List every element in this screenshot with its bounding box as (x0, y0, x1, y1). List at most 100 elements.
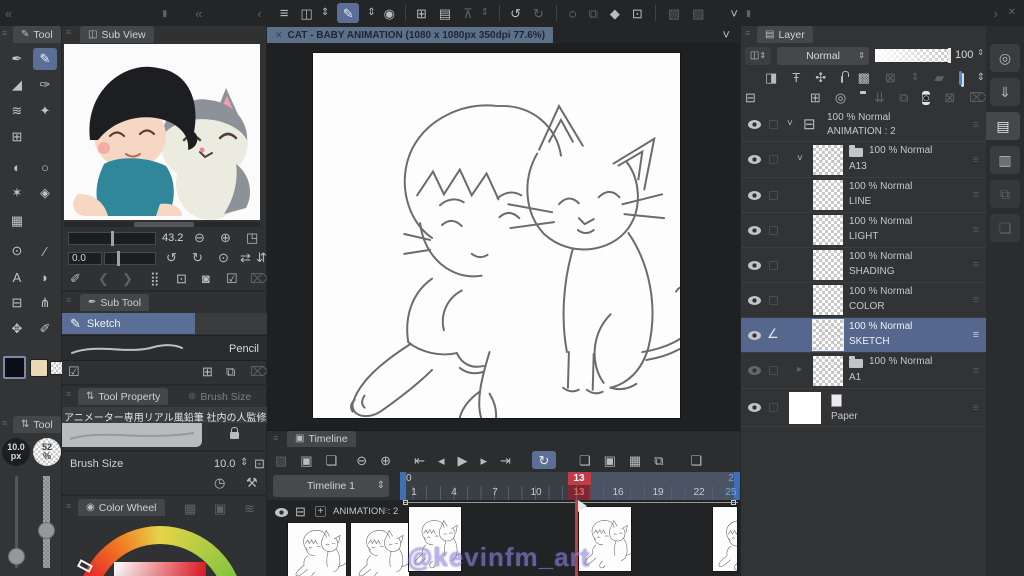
reset-rotation-icon[interactable]: ⊙ (218, 251, 229, 264)
tab-sub-view[interactable]: ◫ Sub View (80, 26, 154, 43)
subtool-menu-icon[interactable]: ≡ (66, 296, 71, 305)
expand-chevron-icon[interactable]: ˅ (787, 119, 793, 129)
rail-panel-icon[interactable]: ❏ (990, 214, 1020, 242)
layer-eye[interactable] (748, 120, 761, 129)
opacity-stepper-icon[interactable]: ⇕ (977, 49, 984, 57)
color-set-tab-icon[interactable]: ▦ (184, 502, 196, 515)
print-icon[interactable]: ⊼ (463, 7, 473, 20)
pressure-settings-icon[interactable]: ⊡ (254, 457, 265, 470)
tab-brush-size-panel[interactable]: ⊕ Brush Size (180, 388, 259, 405)
layer-eye[interactable] (748, 191, 761, 200)
layer-row-light[interactable]: 100 % Normal LIGHT ≡ (741, 213, 987, 248)
collapse-left-icon[interactable]: « (5, 7, 12, 20)
reference-layer-icon[interactable]: Ŧ (792, 71, 800, 84)
rail-layer-property-icon[interactable]: ⧉ (990, 180, 1020, 208)
prev-image-icon[interactable]: ❮ (98, 272, 109, 285)
brush-size-stepper-icon[interactable]: ⇕ (240, 458, 248, 468)
undo-icon[interactable]: ↺ (510, 7, 521, 20)
tool-airbrush[interactable]: ≋ (5, 100, 29, 122)
tool-blend[interactable]: ✑ (33, 74, 57, 96)
layer-thumbnail[interactable] (813, 285, 843, 315)
main-color-swatch[interactable] (3, 356, 26, 379)
duplicate-icon[interactable]: ⧉ (589, 7, 598, 20)
track-expand-icon[interactable]: + (315, 506, 326, 517)
layer-combine-button[interactable]: ◫ ⇕ (745, 47, 771, 65)
collapsed-chevron-icon[interactable]: ▸ (797, 365, 802, 375)
tl-lightbox-icon[interactable]: ❏ (690, 454, 702, 467)
tl-timeline-settings-icon[interactable]: ❏ (326, 454, 338, 467)
layer-row-a1[interactable]: ▸ 100 % Normal A1 ≡ (741, 353, 987, 389)
opacity-slider-knob[interactable] (38, 522, 55, 539)
spiral-icon[interactable]: ◉ (384, 7, 395, 20)
tool-correct-line[interactable]: ⋔ (33, 292, 57, 314)
merge-layer-icon[interactable]: ⧉ (899, 91, 908, 104)
cel-preview-thumb[interactable] (287, 522, 348, 576)
selection-range-bar[interactable] (403, 502, 738, 503)
tl-new-timeline-icon[interactable]: ▣ (300, 454, 312, 467)
layer-opacity-slider[interactable] (875, 48, 951, 63)
apply-check-icon[interactable]: ☑ (226, 272, 238, 285)
delete-layer-icon[interactable]: ⌦ (969, 91, 987, 104)
subview-menu-icon[interactable]: ≡ (66, 28, 71, 37)
layer-eye[interactable] (748, 403, 761, 412)
subview-rotation-value[interactable]: 0.0 (68, 252, 102, 265)
new-raster-layer-icon[interactable]: ⊞ (810, 91, 821, 104)
layer-checkbox[interactable] (769, 403, 778, 412)
draft-layer-icon[interactable]: ✣ (815, 71, 826, 84)
layer-row-menu[interactable]: ≡ (973, 189, 979, 201)
fit-screen-icon[interactable]: ◳ (246, 231, 258, 244)
crop-icon[interactable]: ⊡ (632, 7, 643, 20)
layer-eye-dim[interactable] (748, 366, 761, 375)
tool-paint[interactable]: ◐ (5, 156, 29, 178)
slider-panel-menu-icon[interactable]: ≡ (2, 419, 7, 428)
layer-row-menu[interactable]: ≡ (973, 154, 979, 166)
subview-zoom-slider[interactable] (68, 231, 156, 246)
tl-first-frame-icon[interactable]: ⇤ (414, 454, 425, 467)
layer-palette-icon[interactable]: ⊟ (745, 91, 756, 104)
panel-handle-icon[interactable]: ▮ (162, 8, 167, 18)
track-visibility-eye[interactable] (275, 508, 288, 517)
tl-zoom-out-icon[interactable]: ⊖ (356, 454, 367, 467)
color-history-tab-icon[interactable]: ≋ (244, 502, 255, 515)
rail-material-icon[interactable]: ⇓ (990, 78, 1020, 106)
tool-eraser[interactable]: ◢ (5, 74, 29, 96)
subview-hscrollbar[interactable] (64, 222, 260, 227)
layer-row-menu[interactable]: ≡ (973, 119, 979, 131)
import-camera-icon[interactable]: ◙ (202, 272, 210, 285)
toolbar-expand-icon[interactable]: ˅ (730, 7, 738, 20)
subtool-check-icon[interactable]: ☑ (68, 365, 80, 378)
tl-zoom-in-icon[interactable]: ⊕ (380, 454, 391, 467)
navigator-eyedropper-icon[interactable]: ✐ (70, 272, 81, 285)
tool-gradient[interactable]: ▦ (5, 210, 29, 232)
opacity-badge[interactable]: 52 % (33, 438, 61, 466)
layer-row-color[interactable]: 100 % Normal COLOR ≡ (741, 283, 987, 318)
tab-tool-property[interactable]: ⇅ Tool Property (78, 388, 169, 405)
tool-line[interactable]: ∕ (33, 240, 57, 262)
tool-fill[interactable]: ◈ (33, 182, 57, 204)
layer-thumbnail[interactable] (813, 215, 843, 245)
tool-eyedropper[interactable]: ✐ (33, 318, 57, 340)
tl-new-cel-icon[interactable]: ▣ (604, 454, 616, 467)
layer-thumbnail[interactable] (813, 180, 843, 210)
tool-balloon[interactable]: ◗ (33, 266, 57, 288)
rail-expand-icon[interactable]: › (994, 7, 998, 20)
layer-row-menu[interactable]: ≡ (973, 365, 979, 377)
tool-pen[interactable]: ✒ (5, 48, 29, 70)
gradient-a-icon[interactable]: ▧ (668, 7, 680, 20)
gradient-b-icon[interactable]: ▨ (692, 7, 704, 20)
layer-row-sketch-selected[interactable]: ∠ 100 % Normal SKETCH ≡ (741, 318, 987, 353)
transfer-layer-icon[interactable]: ⇊ (874, 91, 885, 104)
layer-row-menu[interactable]: ≡ (973, 294, 979, 306)
toolprop-menu-icon[interactable]: ≡ (66, 390, 71, 399)
tool-object[interactable]: ⊙ (5, 240, 29, 262)
layer-thumbnail[interactable] (813, 145, 845, 177)
layer-row-menu[interactable]: ≡ (973, 224, 979, 236)
tl-play-icon[interactable]: ▶ (458, 454, 468, 467)
playhead-handle[interactable] (578, 500, 587, 512)
subtool-duplicate-icon[interactable]: ⧉ (226, 365, 235, 378)
subview-delete-icon[interactable]: ⌦ (250, 272, 268, 285)
ruler-range-icon[interactable]: ▰ (934, 71, 944, 84)
back-icon[interactable]: ‹ (257, 7, 261, 20)
layer-row-a13[interactable]: ˅ 100 % Normal A13 ≡ (741, 142, 987, 178)
layer-row-menu[interactable]: ≡ (973, 402, 979, 414)
